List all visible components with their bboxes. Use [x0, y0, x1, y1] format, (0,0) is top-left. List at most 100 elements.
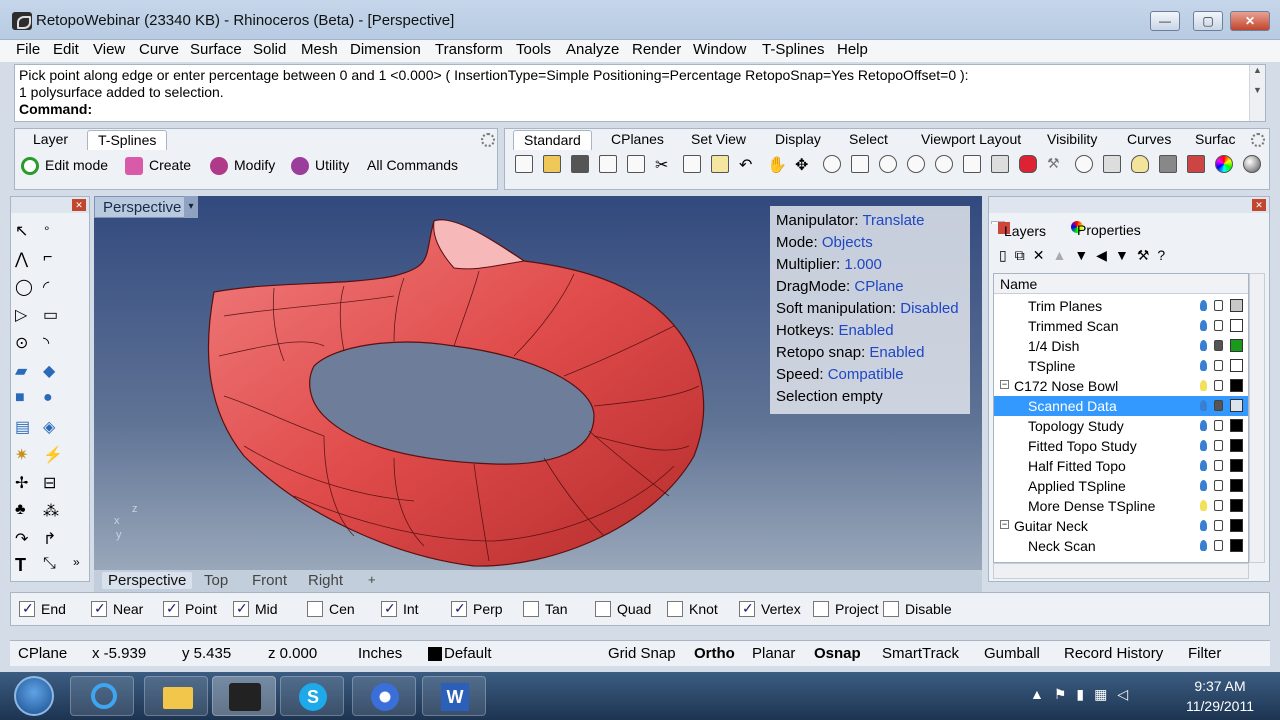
tab-perspective[interactable]: Perspective [102, 572, 193, 589]
print-icon[interactable] [599, 155, 617, 173]
grid-layout-icon[interactable] [963, 155, 981, 173]
tab-layer[interactable]: Layer [23, 130, 78, 150]
osnap-int[interactable]: Int [381, 600, 419, 618]
menu-window[interactable]: Window [693, 41, 746, 58]
skype-icon[interactable]: S [280, 676, 344, 716]
start-button[interactable] [14, 676, 54, 716]
tab-viewport-layout[interactable]: Viewport Layout [911, 130, 1031, 150]
lock-icon[interactable] [1214, 400, 1223, 411]
close-icon[interactable]: ✕ [1252, 199, 1266, 211]
layer-color-swatch[interactable] [1230, 359, 1243, 372]
select-arrow-icon[interactable]: ↖ [15, 221, 37, 243]
power-icon[interactable]: ▮ [1076, 686, 1094, 702]
layer-row[interactable]: Scanned Data [994, 396, 1248, 416]
point-icon[interactable] [1075, 155, 1093, 173]
layer-row[interactable]: Half Fitted Topo [994, 456, 1248, 476]
light-bulb-icon[interactable] [1200, 400, 1207, 411]
volume-icon[interactable]: ◁ [1117, 686, 1138, 702]
file-explorer-icon[interactable] [144, 676, 208, 716]
tab-properties[interactable]: Properties [1065, 221, 1141, 238]
expand-icon[interactable]: » [73, 555, 95, 577]
light-bulb-icon[interactable] [1200, 500, 1207, 511]
display-mode-icon[interactable] [991, 155, 1009, 173]
menu-file[interactable]: File [16, 41, 40, 58]
internet-explorer-icon[interactable] [70, 676, 134, 716]
tab-set-view[interactable]: Set View [681, 130, 756, 150]
wand-icon[interactable]: ⚒ [1047, 155, 1065, 173]
tab-top[interactable]: Top [204, 572, 228, 589]
tab-tsplines[interactable]: T-Splines [87, 130, 168, 150]
tab-display[interactable]: Display [765, 130, 831, 150]
checkbox[interactable] [163, 600, 179, 618]
group-icon[interactable]: ♣ [15, 501, 37, 523]
checkbox[interactable] [883, 601, 899, 618]
menu-mesh[interactable]: Mesh [301, 41, 338, 58]
tab-standard[interactable]: Standard [513, 130, 592, 150]
checkbox[interactable] [451, 600, 467, 618]
layer-color-swatch[interactable] [1230, 459, 1243, 472]
lock-icon[interactable] [1159, 155, 1177, 173]
help-icon[interactable]: ? [1157, 247, 1173, 263]
gear-icon[interactable] [481, 133, 495, 147]
menu-help[interactable]: Help [837, 41, 868, 58]
new-file-icon[interactable] [515, 155, 533, 173]
curve-icon[interactable]: ⌐ [43, 249, 65, 271]
cluster-icon[interactable]: ⁂ [43, 501, 65, 523]
explode-icon[interactable]: ✷ [15, 445, 37, 467]
light-bulb-icon[interactable] [1200, 460, 1207, 471]
all-commands-button[interactable]: All Commands [367, 157, 458, 173]
osnap-quad[interactable]: Quad [595, 601, 651, 618]
tab-right[interactable]: Right [308, 572, 343, 589]
light-bulb-icon[interactable] [1200, 540, 1207, 551]
checkbox[interactable] [91, 600, 107, 618]
menu-edit[interactable]: Edit [53, 41, 79, 58]
box-icon[interactable]: ■ [15, 389, 37, 411]
menu-tsplines[interactable]: T-Splines [762, 41, 825, 58]
menu-transform[interactable]: Transform [435, 41, 503, 58]
layer-color-swatch[interactable] [1230, 519, 1243, 532]
osnap-vertex[interactable]: Vertex [739, 600, 801, 618]
record-history-toggle[interactable]: Record History [1064, 645, 1163, 662]
polyline-icon[interactable]: ⋀ [15, 249, 37, 271]
surface-icon[interactable]: ▰ [15, 361, 37, 383]
layer-row[interactable]: − C172 Nose Bowl [994, 376, 1248, 396]
lock-icon[interactable] [1214, 340, 1223, 351]
transform-icon[interactable]: ✢ [15, 473, 37, 495]
layer-row[interactable]: TSpline [994, 356, 1248, 376]
utility-button[interactable]: Utility [291, 157, 349, 176]
tools-icon[interactable]: ⚒ [1137, 247, 1158, 263]
osnap-point[interactable]: Point [163, 600, 217, 618]
edit-mode-button[interactable]: Edit mode [21, 157, 108, 176]
menu-tools[interactable]: Tools [516, 41, 551, 58]
modify-button[interactable]: Modify [210, 157, 275, 176]
light-bulb-icon[interactable] [1200, 360, 1207, 371]
grid-snap-icon[interactable] [1103, 155, 1121, 173]
tab-cplanes[interactable]: CPlanes [601, 130, 674, 150]
loft-icon[interactable]: ◆ [43, 361, 65, 383]
ortho-toggle[interactable]: Ortho [694, 645, 735, 662]
word-icon[interactable]: W [422, 676, 486, 716]
zoom-extents-icon[interactable] [879, 155, 897, 173]
menu-dimension[interactable]: Dimension [350, 41, 421, 58]
menu-solid[interactable]: Solid [253, 41, 286, 58]
rail-icon[interactable]: ↱ [43, 529, 65, 551]
add-viewport-tab[interactable]: + [368, 572, 376, 587]
delete-icon[interactable]: ✕ [1033, 247, 1053, 263]
new-sublayer-icon[interactable]: ⧉ [1015, 247, 1033, 263]
menu-view[interactable]: View [93, 41, 125, 58]
lock-icon[interactable] [1214, 320, 1223, 331]
tab-curves[interactable]: Curves [1117, 130, 1181, 150]
close-button[interactable]: ✕ [1230, 11, 1270, 31]
layer-row[interactable]: Topology Study [994, 416, 1248, 436]
planar-toggle[interactable]: Planar [752, 645, 795, 662]
sweep-icon[interactable]: ↷ [15, 529, 37, 551]
move-left-icon[interactable]: ◀ [1096, 247, 1115, 263]
tab-surfaces[interactable]: Surfac [1185, 130, 1245, 150]
checkbox[interactable] [233, 600, 249, 618]
layer-row[interactable]: Applied TSpline [994, 476, 1248, 496]
rectangle-icon[interactable]: ▭ [43, 305, 65, 327]
cplane-readout[interactable]: CPlane [18, 645, 67, 662]
menu-surface[interactable]: Surface [190, 41, 242, 58]
new-layer-icon[interactable]: ▯ [999, 247, 1015, 263]
network-app-icon[interactable] [352, 676, 416, 716]
